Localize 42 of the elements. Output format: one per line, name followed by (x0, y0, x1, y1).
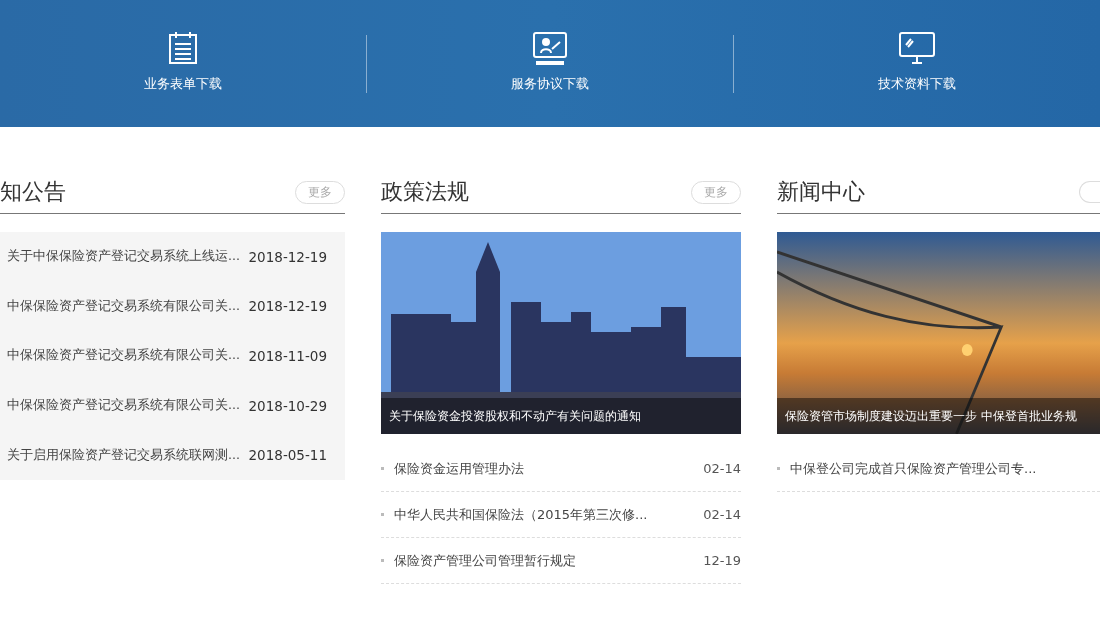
news-title: 保险资产管理公司管理暂行规定 (394, 551, 576, 570)
news-title: 中保登公司完成首只保险资产管理公司专... (790, 459, 1037, 478)
notice-title: 关于启用保险资产登记交易系统联网测... (7, 446, 240, 464)
notice-date: 2018-11-09 (248, 348, 327, 364)
download-link[interactable]: 服务协议下载 (367, 30, 733, 97)
featured-news[interactable]: 关于保险资金投资股权和不动产有关问题的通知 (381, 232, 741, 434)
notice-date: 2018-12-19 (248, 298, 327, 315)
section-title: 政策法规 (381, 178, 469, 206)
featured-news[interactable]: 保险资管市场制度建设迈出重要一步 中保登首批业务规 (777, 232, 1100, 434)
notice-date: 2018-10-29 (248, 397, 327, 414)
notice-title: 中保保险资产登记交易系统有限公司关... (7, 297, 240, 315)
download-label: 技术资料下载 (878, 74, 956, 93)
download-label: 业务表单下载 (144, 74, 222, 93)
news-item[interactable]: 保险资产管理公司管理暂行规定 12-19 (381, 538, 741, 584)
notice-title: 中保保险资产登记交易系统有限公司关... (7, 397, 240, 415)
news-item[interactable]: 保险资金运用管理办法 02-14 (381, 446, 741, 492)
notice-item[interactable]: 关于启用保险资产登记交易系统联网测... 2018-05-11 (7, 430, 345, 480)
news-item[interactable]: 中华人民共和国保险法（2015年第三次修... 02-14 (381, 492, 741, 538)
image-caption: 保险资管市场制度建设迈出重要一步 中保登首批业务规 (777, 398, 1100, 434)
section-title: 知公告 (0, 178, 66, 206)
notice-item[interactable]: 关于中保保险资产登记交易系统上线运... 2018-12-19 (7, 232, 345, 282)
section-title: 新闻中心 (777, 178, 865, 206)
monitor-icon (898, 30, 936, 65)
download-label: 服务协议下载 (511, 74, 589, 93)
notice-title: 关于中保保险资产登记交易系统上线运... (7, 248, 240, 266)
form-icon (168, 30, 198, 65)
news-date: 02-14 (703, 461, 741, 476)
notice-item[interactable]: 中保保险资产登记交易系统有限公司关... 2018-12-19 (7, 281, 345, 332)
notice-date: 2018-12-19 (248, 248, 327, 265)
news-date: 02-14 (703, 507, 741, 522)
download-link[interactable]: 业务表单下载 (0, 30, 366, 97)
news-item[interactable]: 中保登公司完成首只保险资产管理公司专... (777, 446, 1100, 492)
download-link[interactable]: 技术资料下载 (734, 30, 1100, 97)
notice-item[interactable]: 中保保险资产登记交易系统有限公司关... 2018-10-29 (7, 380, 345, 431)
presentation-icon (532, 30, 568, 65)
notice-item[interactable]: 中保保险资产登记交易系统有限公司关... 2018-11-09 (7, 331, 345, 381)
notice-title: 中保保险资产登记交易系统有限公司关... (7, 347, 240, 365)
notice-date: 2018-05-11 (248, 447, 327, 464)
news-title: 保险资金运用管理办法 (394, 459, 524, 478)
news-date: 12-19 (703, 553, 741, 568)
news-title: 中华人民共和国保险法（2015年第三次修... (394, 505, 648, 524)
image-caption: 关于保险资金投资股权和不动产有关问题的通知 (381, 398, 741, 434)
